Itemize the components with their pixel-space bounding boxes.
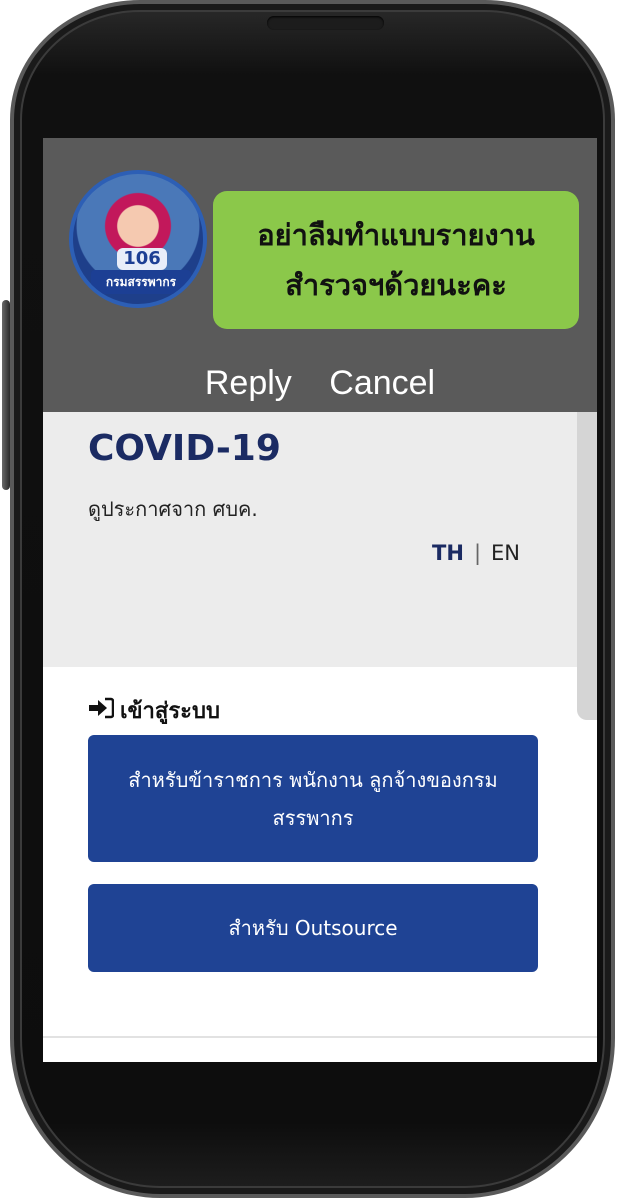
- outsource-login-button[interactable]: สำหรับ Outsource: [88, 884, 538, 972]
- scrollbar[interactable]: [577, 412, 597, 720]
- lang-th-link[interactable]: TH: [432, 541, 464, 565]
- message-bubble: อย่าลืมทำแบบรายงาน สำรวจฯด้วยนะคะ: [213, 191, 579, 329]
- covid-subtitle[interactable]: ดูประกาศจาก ศบค.: [88, 493, 258, 525]
- covid-title[interactable]: COVID-19: [88, 428, 281, 469]
- avatar: 106 กรมสรรพากร: [69, 170, 207, 308]
- lang-en-link[interactable]: EN: [491, 541, 520, 565]
- login-heading-label: เข้าสู่ระบบ: [120, 699, 220, 724]
- phone-screen: COVID-19 ดูประกาศจาก ศบค. TH | EN เข้าสู่ร…: [43, 138, 597, 1062]
- login-heading: เข้าสู่ระบบ: [88, 693, 220, 728]
- reply-button[interactable]: Reply: [205, 364, 292, 402]
- lang-separator: |: [473, 541, 482, 565]
- staff-login-label: สำหรับข้าราชการ พนักงาน ลูกจ้างของกรมสรร…: [128, 767, 498, 830]
- divider: [43, 1036, 597, 1038]
- phone-side-button: [2, 300, 10, 490]
- avatar-badge: กรมสรรพากร: [91, 270, 191, 294]
- cancel-button[interactable]: Cancel: [329, 364, 435, 402]
- message-line-1: อย่าลืมทำแบบรายงาน: [257, 218, 535, 252]
- notification-overlay: 106 กรมสรรพากร อย่าลืมทำแบบรายงาน สำรวจฯ…: [43, 138, 597, 412]
- language-switcher: TH | EN: [432, 541, 520, 565]
- message-line-2: สำรวจฯด้วยนะคะ: [285, 268, 507, 302]
- staff-login-button[interactable]: สำหรับข้าราชการ พนักงาน ลูกจ้างของกรมสรร…: [88, 735, 538, 862]
- avatar-number: 106: [117, 248, 167, 270]
- notification-actions: Reply Cancel: [43, 364, 597, 403]
- phone-speaker: [267, 16, 384, 30]
- sign-in-icon: [88, 697, 115, 725]
- outsource-login-label: สำหรับ Outsource: [228, 916, 398, 940]
